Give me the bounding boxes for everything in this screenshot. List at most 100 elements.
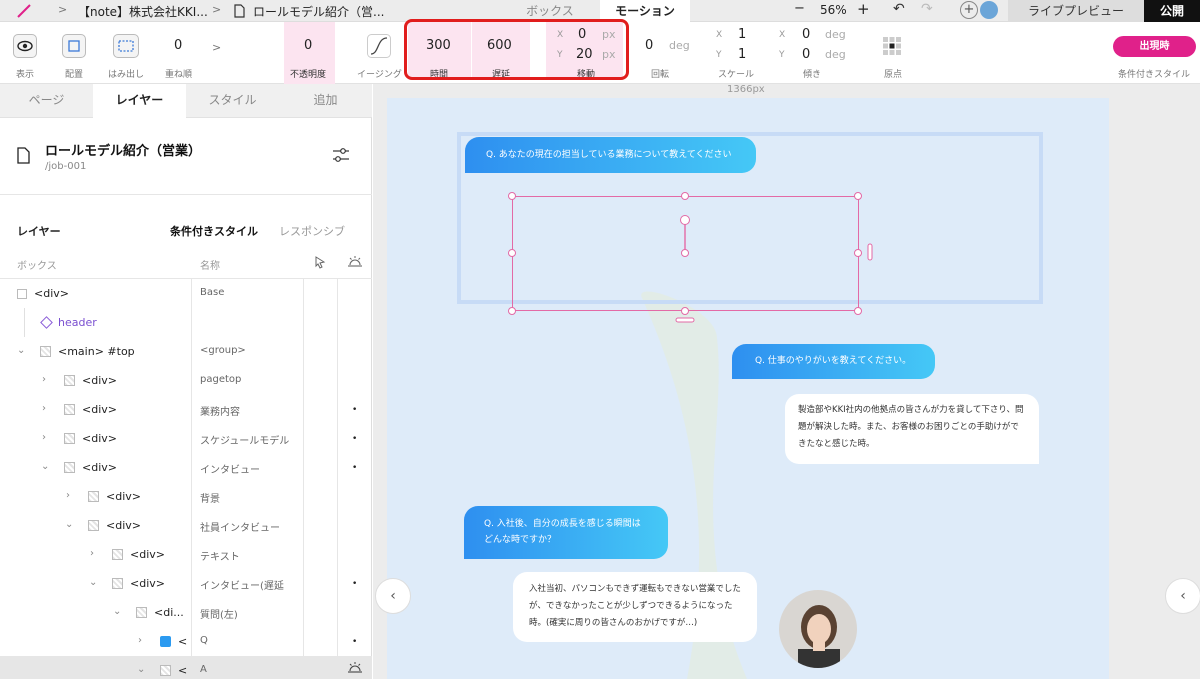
appear-state-icon[interactable] xyxy=(347,255,363,269)
tab-style[interactable]: スタイル xyxy=(186,84,279,118)
scale-x-axis-label: X xyxy=(716,30,723,40)
modified-dot: • xyxy=(352,579,358,589)
scale-x-value[interactable]: 1 xyxy=(738,27,746,42)
zoom-out-button[interactable]: − xyxy=(794,1,805,16)
pen-logo-icon[interactable] xyxy=(16,4,32,18)
layer-row[interactable]: header xyxy=(0,308,372,337)
chevron-right-icon[interactable]: › xyxy=(42,432,46,443)
chevron-down-icon[interactable]: ⌄ xyxy=(137,664,145,675)
rotate-handle[interactable] xyxy=(680,215,690,225)
resize-handle[interactable] xyxy=(681,192,689,200)
col-name-header: 名称 xyxy=(200,261,220,272)
skew-x-value[interactable]: 0 xyxy=(802,27,810,42)
resize-handle[interactable] xyxy=(508,192,516,200)
skew-y-axis-label: Y xyxy=(779,50,785,60)
responsive-tab[interactable]: レスポンシブ xyxy=(279,223,345,239)
divider xyxy=(0,194,372,195)
breadcrumb-project[interactable]: 【note】株式会社KKI... xyxy=(78,3,208,20)
resize-handle[interactable] xyxy=(508,307,516,315)
question-bubble-2: Q. 仕事のやりがいを教えてください。 xyxy=(732,344,935,379)
selection-frame[interactable] xyxy=(512,193,874,323)
col-box-header: ボックス xyxy=(17,261,57,272)
chevron-right-icon[interactable]: › xyxy=(42,374,46,385)
zoom-level[interactable]: 56% xyxy=(820,3,847,17)
avatar[interactable] xyxy=(980,1,998,19)
layer-name: <div> xyxy=(82,432,117,445)
appear-trigger-button[interactable]: 出現時 xyxy=(1113,36,1196,57)
add-collaborator-icon[interactable]: + xyxy=(960,1,978,19)
chevron-down-icon[interactable]: ⌄ xyxy=(65,519,73,530)
opacity-value[interactable]: 0 xyxy=(304,38,312,53)
scale-y-value[interactable]: 1 xyxy=(738,47,746,62)
chevron-down-icon[interactable]: ⌄ xyxy=(17,345,25,356)
design-canvas[interactable]: 1366px Q. あなたの現在の担当している業務について教えてください Q. … xyxy=(373,84,1200,679)
layer-row[interactable]: › <div> 背景 xyxy=(0,482,372,511)
layer-row[interactable]: ⌄ <di... 質問(左) xyxy=(0,598,372,627)
chevron-right-icon[interactable]: › xyxy=(42,403,46,414)
resize-handle[interactable] xyxy=(854,307,862,315)
layer-name: <div> xyxy=(82,374,117,387)
resize-handle[interactable] xyxy=(854,249,862,257)
canvas-width-label: 1366px xyxy=(727,84,765,95)
layer-name: < xyxy=(178,635,188,648)
layer-row[interactable]: › <div> テキスト xyxy=(0,540,372,569)
layer-row[interactable]: <div> Base xyxy=(0,279,372,308)
settings-sliders-icon[interactable] xyxy=(332,147,350,163)
layer-row[interactable]: ⌄ <div> インタビュー(遅延 • xyxy=(0,569,372,598)
easing-curve-icon[interactable] xyxy=(367,34,391,58)
layer-row[interactable]: › <div> pagetop xyxy=(0,366,372,395)
placement-toggle[interactable] xyxy=(62,34,86,58)
chevron-down-icon[interactable]: ⌄ xyxy=(113,606,121,617)
origin-handle[interactable] xyxy=(681,249,689,257)
collapse-right-button[interactable]: ‹ xyxy=(1165,578,1200,614)
tab-page[interactable]: ページ xyxy=(0,84,93,118)
chevron-right-icon[interactable]: > xyxy=(212,41,221,54)
chevron-down-icon[interactable]: ⌄ xyxy=(89,577,97,588)
breadcrumb-page[interactable]: ロールモデル紹介（営... xyxy=(253,3,384,20)
overflow-toggle[interactable] xyxy=(113,34,139,58)
live-preview-button[interactable]: ライブプレビュー xyxy=(1008,0,1144,22)
chevron-down-icon[interactable]: ⌄ xyxy=(41,461,49,472)
stack-order-value[interactable]: 0 xyxy=(174,38,182,53)
chevron-right-icon: > xyxy=(212,3,222,16)
display-toggle[interactable] xyxy=(13,34,37,58)
modified-dot: • xyxy=(352,463,358,473)
tab-layer[interactable]: レイヤー xyxy=(93,84,186,118)
publish-button[interactable]: 公開 xyxy=(1144,0,1200,22)
layer-row[interactable]: ⌄ <div> インタビュー • xyxy=(0,453,372,482)
layer-style: Base xyxy=(200,287,225,298)
pointer-state-icon[interactable] xyxy=(313,255,327,269)
layer-style: <group> xyxy=(200,345,246,356)
employee-photo xyxy=(779,590,857,668)
resize-handle[interactable] xyxy=(854,192,862,200)
rotate-value[interactable]: 0 xyxy=(645,38,653,53)
layer-row[interactable]: › < Q • xyxy=(0,627,372,656)
zoom-in-button[interactable]: + xyxy=(857,0,870,18)
layer-row[interactable]: › <div> スケジュールモデル • xyxy=(0,424,372,453)
cond-style-tab[interactable]: 条件付きスタイル xyxy=(170,223,258,239)
resize-handle[interactable] xyxy=(681,307,689,315)
scale-label: スケール xyxy=(718,70,755,80)
fill-color-swatch xyxy=(160,636,171,647)
box-icon xyxy=(88,520,99,531)
layer-row[interactable]: ⌄ <div> 社員インタビュー xyxy=(0,511,372,540)
chevron-right-icon[interactable]: › xyxy=(90,548,94,559)
layer-row-selected[interactable]: ⌄ < A xyxy=(0,656,372,679)
collapse-left-button[interactable]: ‹ xyxy=(375,578,411,614)
chevron-right-icon[interactable]: › xyxy=(138,635,142,646)
display-label: 表示 xyxy=(16,70,35,80)
tab-add[interactable]: 追加 xyxy=(279,84,372,118)
layer-row[interactable]: ⌄ <main> #top <group> xyxy=(0,337,372,366)
origin-grid-icon[interactable] xyxy=(882,36,902,56)
checkbox-icon[interactable] xyxy=(17,289,27,299)
overflow-icon xyxy=(118,40,134,52)
layer-name: <div> xyxy=(106,490,141,503)
layer-row[interactable]: › <div> 業務内容 • xyxy=(0,395,372,424)
chevron-right-icon[interactable]: › xyxy=(66,490,70,501)
answer-bubble-2: 製造部やKKI社内の他拠点の皆さんが力を貸して下さり、問題が解決した時。また、お… xyxy=(785,394,1039,464)
resize-handle[interactable] xyxy=(508,249,516,257)
page-preview[interactable]: Q. あなたの現在の担当している業務について教えてください Q. 仕事のやりがい… xyxy=(387,98,1109,679)
undo-icon[interactable]: ↶ xyxy=(893,1,905,17)
skew-y-value[interactable]: 0 xyxy=(802,47,810,62)
redo-icon[interactable]: ↷ xyxy=(921,1,933,17)
